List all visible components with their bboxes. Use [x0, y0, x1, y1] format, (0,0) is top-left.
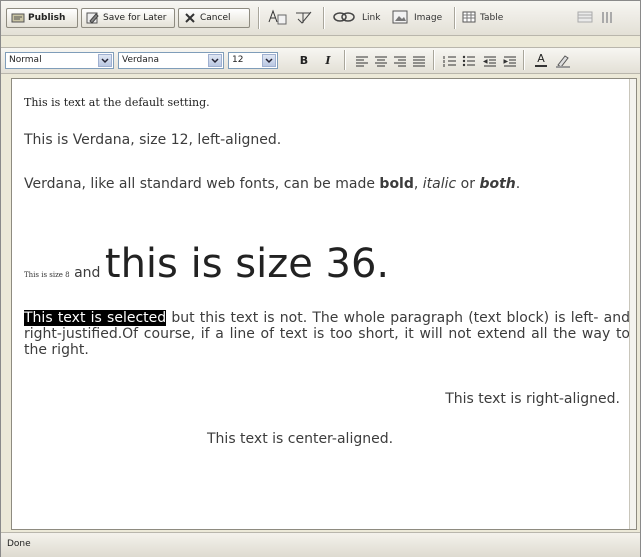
chevron-down-icon	[208, 54, 222, 67]
highlight-icon	[556, 54, 570, 68]
and-text: and	[69, 265, 105, 281]
image-icon	[392, 10, 408, 27]
numbered-list-icon	[443, 55, 456, 67]
highlight-button[interactable]	[554, 52, 572, 69]
save-for-later-button[interactable]: Save for Later	[81, 8, 175, 28]
toolbar-divider	[323, 7, 325, 29]
verdana-text-line: This is Verdana, size 12, left-aligned.	[24, 132, 282, 148]
align-center-button[interactable]	[372, 52, 390, 69]
size-demo-line: This is size 8 and this is size 36.	[24, 241, 389, 287]
default-text-line: This is text at the default setting.	[24, 96, 210, 109]
link-button[interactable]: Link	[332, 7, 380, 29]
outdent-button[interactable]	[481, 52, 499, 69]
status-bar: Done	[1, 532, 640, 557]
selected-text: This text is selected	[24, 310, 167, 326]
save-icon	[86, 12, 100, 24]
styles-paragraph: Verdana, like all standard web fonts, ca…	[24, 176, 521, 192]
font-select[interactable]: Verdana	[118, 52, 224, 69]
outdent-icon	[483, 56, 496, 66]
table-cols-button[interactable]	[599, 7, 615, 29]
align-left-button[interactable]	[353, 52, 371, 69]
text-color-icon: A	[535, 53, 547, 67]
cancel-button[interactable]: Cancel	[178, 8, 250, 28]
cancel-icon	[183, 12, 197, 24]
toolbar-divider	[523, 50, 525, 70]
align-left-icon	[356, 56, 368, 66]
table-rows-button[interactable]	[577, 7, 593, 29]
format-toolbar: Normal Verdana 12 B I A	[1, 47, 640, 74]
check-icon	[293, 9, 315, 28]
image-button[interactable]: Image	[392, 7, 442, 29]
link-icon	[332, 10, 358, 27]
text-color-button[interactable]: A	[532, 52, 550, 69]
spellcheck-icon	[267, 9, 289, 28]
indent-button[interactable]	[501, 52, 519, 69]
justify-icon	[413, 56, 425, 66]
table-icon	[462, 11, 476, 26]
size-36-text: this is size 36.	[104, 241, 390, 287]
check-button[interactable]	[293, 7, 315, 29]
table-button[interactable]: Table	[462, 7, 503, 29]
status-text: Done	[7, 539, 31, 549]
align-right-button[interactable]	[391, 52, 409, 69]
numbered-list-button[interactable]	[441, 52, 459, 69]
indent-icon	[503, 56, 516, 66]
justify-button[interactable]	[410, 52, 428, 69]
publish-button[interactable]: Publish	[6, 8, 78, 28]
spellcheck-button[interactable]	[267, 7, 289, 29]
editor-window: Publish Save for Later Cancel Link Image…	[0, 0, 641, 557]
toolbar-divider	[258, 7, 260, 29]
toolbar-divider	[344, 50, 346, 70]
bold-button[interactable]: B	[295, 52, 313, 69]
toolbar-divider	[454, 7, 456, 29]
right-aligned-text: This text is right-aligned.	[445, 391, 620, 407]
align-center-icon	[375, 56, 387, 66]
size-select[interactable]: 12	[228, 52, 278, 69]
scrollbar[interactable]	[629, 79, 636, 529]
justified-paragraph: This text is selected but this text is n…	[24, 310, 630, 358]
chevron-down-icon	[98, 54, 112, 67]
main-toolbar: Publish Save for Later Cancel Link Image…	[1, 1, 640, 36]
bulleted-list-icon	[462, 55, 475, 66]
table-rows-icon	[577, 11, 593, 26]
chevron-down-icon	[262, 54, 276, 67]
table-cols-icon	[599, 10, 615, 27]
center-aligned-text: This text is center-aligned.	[207, 431, 394, 447]
size-8-text: This is size 8	[24, 271, 70, 279]
editor-content-area[interactable]: This is text at the default setting. Thi…	[11, 78, 637, 530]
style-select[interactable]: Normal	[5, 52, 114, 69]
align-right-icon	[394, 56, 406, 66]
italic-button[interactable]: I	[319, 52, 337, 69]
publish-icon	[11, 12, 25, 24]
toolbar-divider	[433, 50, 435, 70]
bulleted-list-button[interactable]	[460, 52, 478, 69]
